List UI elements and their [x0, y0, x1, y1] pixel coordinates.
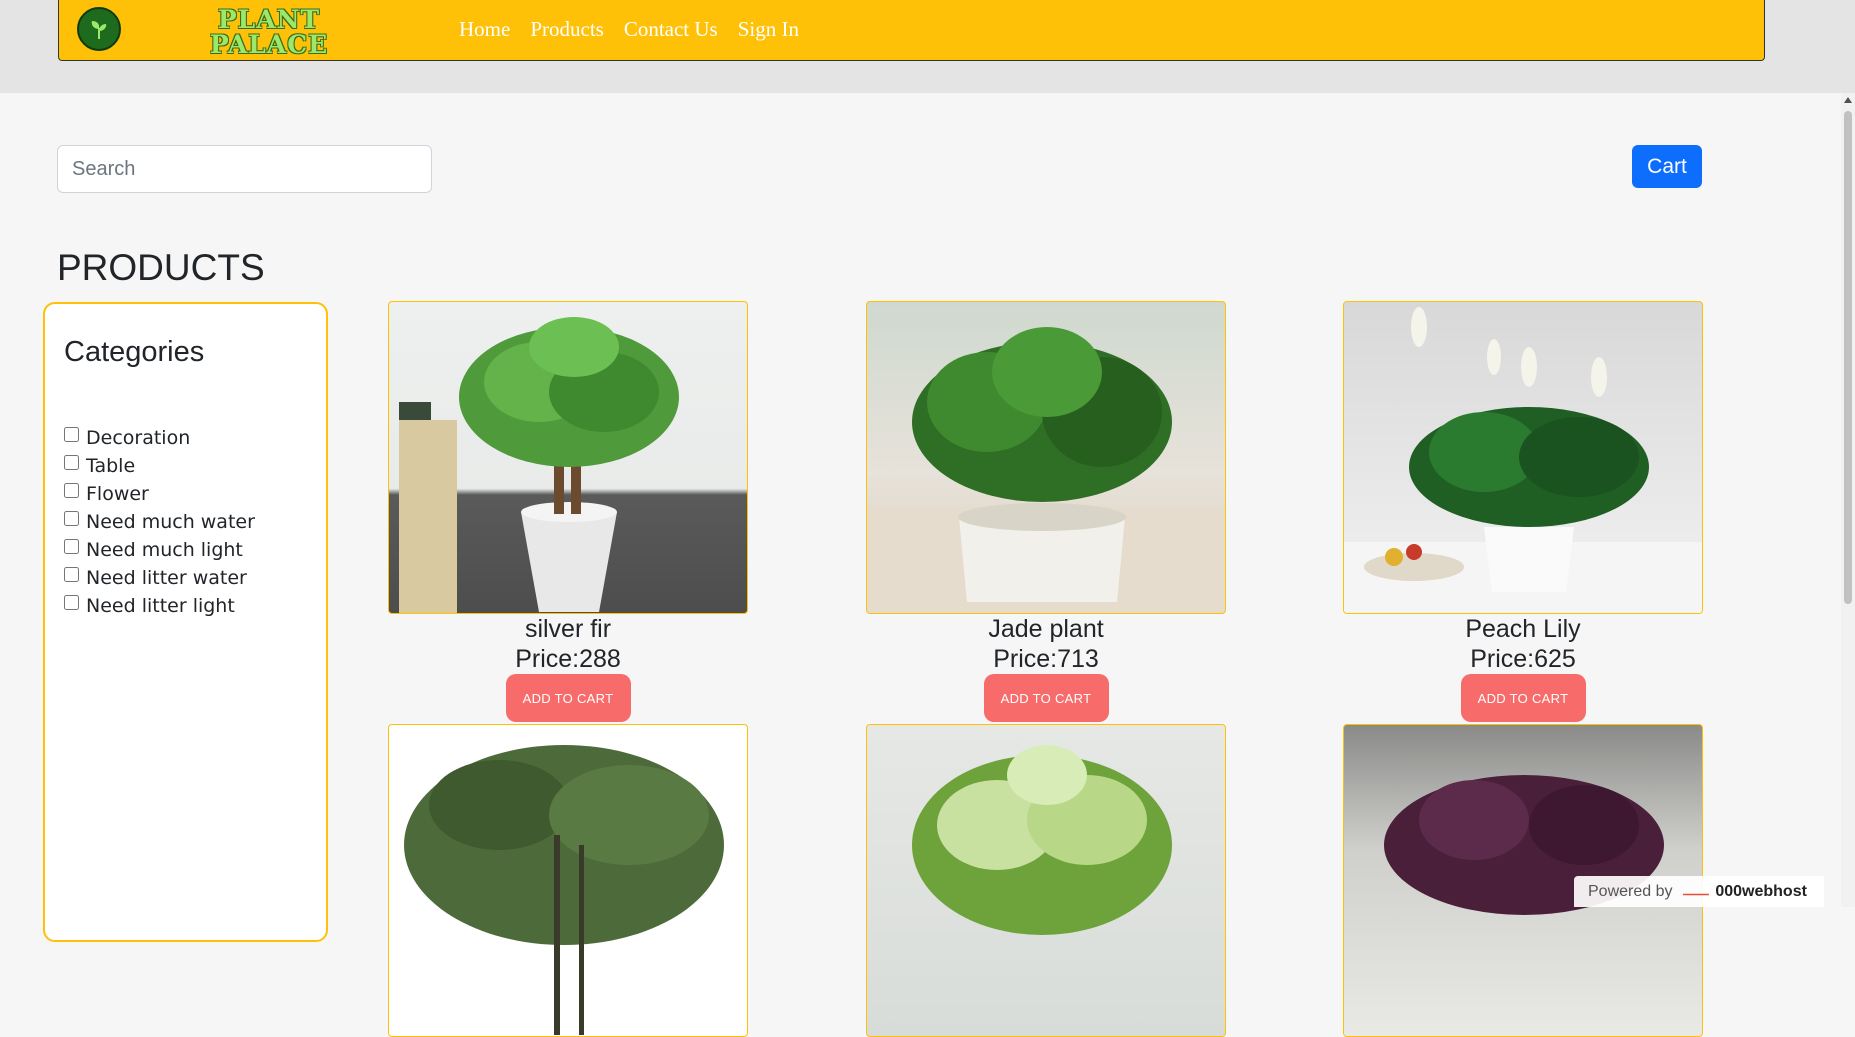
category-checkbox[interactable]	[64, 426, 79, 442]
category-label: Need much water	[86, 511, 255, 533]
product-name: Peach Lily	[1465, 615, 1581, 643]
category-checkbox[interactable]	[64, 594, 79, 610]
product-image[interactable]	[1343, 301, 1703, 614]
product-image[interactable]	[388, 301, 748, 614]
category-checkbox[interactable]	[64, 566, 79, 582]
brand-line-2: PALACE	[209, 30, 329, 59]
powered-by-badge[interactable]: Powered by ⸺ 000webhost	[1574, 876, 1824, 907]
product-card	[866, 724, 1226, 1037]
navbar: PLANT PALACE Home Products Contact Us Si…	[58, 0, 1765, 61]
category-item-flower[interactable]: Flower	[64, 480, 255, 508]
brand-logo-text[interactable]: PLANT PALACE	[199, 7, 339, 57]
product-card: silver fir Price:288 ADD TO CART	[388, 301, 748, 722]
category-label: Table	[86, 455, 136, 477]
scroll-up-arrow-icon[interactable]	[1844, 97, 1852, 103]
category-label: Flower	[86, 483, 149, 505]
nav-signin-link[interactable]: Sign In	[738, 17, 799, 42]
webhost-name: 000webhost	[1715, 882, 1807, 900]
brand-line-1: PLANT	[217, 5, 321, 34]
category-label: Need litter light	[86, 595, 235, 617]
category-item-table[interactable]: Table	[64, 452, 255, 480]
product-price: Price:713	[993, 645, 1099, 673]
product-card: Jade plant Price:713 ADD TO CART	[866, 301, 1226, 722]
nav-links: Home Products Contact Us Sign In	[459, 17, 819, 42]
category-item-much-water[interactable]: Need much water	[64, 508, 255, 536]
product-price: Price:625	[1470, 645, 1576, 673]
search-input[interactable]	[57, 145, 432, 193]
powered-by-label: Powered by	[1588, 882, 1673, 900]
webhost-logo-icon: ⸺	[1682, 885, 1710, 903]
category-checkbox[interactable]	[64, 538, 79, 554]
product-price: Price:288	[515, 645, 621, 673]
product-card: Peach Lily Price:625 ADD TO CART	[1343, 301, 1703, 722]
category-item-decoration[interactable]: Decoration	[64, 424, 255, 452]
page-title: PRODUCTS	[57, 247, 265, 288]
category-checkbox[interactable]	[64, 454, 79, 470]
category-label: Decoration	[86, 427, 191, 449]
nav-products-link[interactable]: Products	[530, 17, 604, 42]
categories-title: Categories	[64, 336, 205, 368]
product-card	[388, 724, 748, 1037]
page-scrollbar[interactable]	[1841, 93, 1855, 907]
add-to-cart-button[interactable]: ADD TO CART	[983, 674, 1109, 722]
product-image[interactable]	[388, 724, 748, 1037]
product-image[interactable]	[866, 724, 1226, 1037]
product-name: silver fir	[524, 615, 612, 643]
category-label: Need litter water	[86, 567, 247, 589]
scrollbar-thumb[interactable]	[1844, 111, 1852, 604]
plant-logo-icon[interactable]	[77, 7, 121, 51]
cart-button[interactable]: Cart	[1632, 145, 1702, 188]
category-list: Decoration Table Flower Need much water …	[64, 424, 255, 620]
category-checkbox[interactable]	[64, 482, 79, 498]
category-checkbox[interactable]	[64, 510, 79, 526]
categories-panel: Categories Decoration Table Flower Need …	[43, 302, 328, 942]
nav-contact-link[interactable]: Contact Us	[624, 17, 718, 42]
category-item-litter-light[interactable]: Need litter light	[64, 592, 255, 620]
nav-home-link[interactable]: Home	[459, 17, 510, 42]
add-to-cart-button[interactable]: ADD TO CART	[1460, 674, 1586, 722]
category-label: Need much light	[86, 539, 243, 561]
product-name: Jade plant	[988, 615, 1104, 643]
category-item-much-light[interactable]: Need much light	[64, 536, 255, 564]
product-image[interactable]	[866, 301, 1226, 614]
add-to-cart-button[interactable]: ADD TO CART	[505, 674, 631, 722]
category-item-litter-water[interactable]: Need litter water	[64, 564, 255, 592]
